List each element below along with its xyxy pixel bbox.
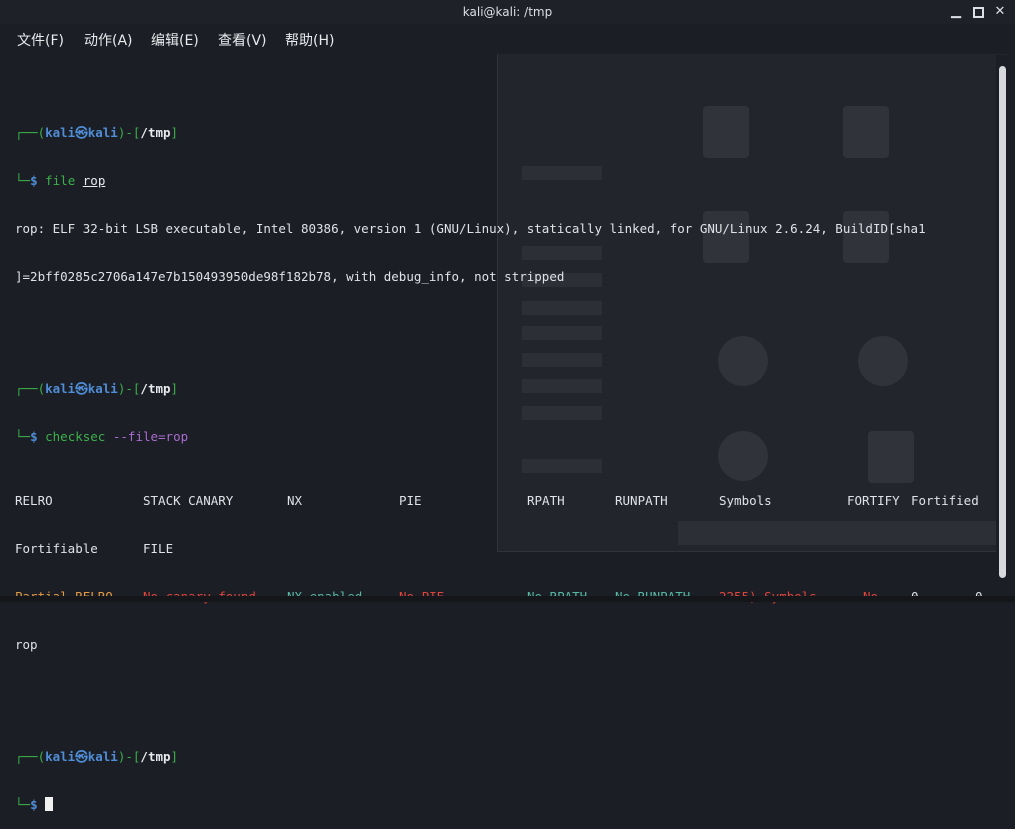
menu-edit[interactable]: 编辑(E) bbox=[151, 30, 199, 50]
command-arg: --file=rop bbox=[112, 429, 189, 444]
command-name: checksec bbox=[45, 429, 106, 444]
output-line: rop: ELF 32-bit LSB executable, Intel 80… bbox=[15, 221, 926, 236]
window-title: kali@kali: /tmp bbox=[462, 5, 553, 19]
scrollbar-thumb[interactable] bbox=[999, 66, 1006, 578]
minimize-button[interactable]: ▁ bbox=[946, 2, 966, 22]
command-arg: rop bbox=[82, 173, 106, 188]
maximize-button[interactable] bbox=[968, 2, 988, 22]
title-bar: kali@kali: /tmp ▁ ✕ bbox=[0, 0, 1015, 24]
checksec-header: Fortifiable FILE bbox=[15, 541, 174, 556]
menu-bar: 文件(F) 动作(A) 编辑(E) 查看(V) 帮助(H) bbox=[0, 24, 1015, 54]
prompt-line: ┌──(kali㉿kali)-[/tmp] bbox=[15, 749, 179, 764]
bottom-edge bbox=[0, 596, 1015, 602]
close-button[interactable]: ✕ bbox=[990, 2, 1010, 22]
command-line: └─$ bbox=[15, 797, 926, 813]
command-name: file bbox=[45, 173, 76, 188]
maximize-icon bbox=[972, 7, 984, 18]
checksec-header: RELRO STACK CANARY NX PIE RPATH RUNPATH … bbox=[15, 493, 979, 508]
menu-action[interactable]: 动作(A) bbox=[84, 30, 133, 50]
text-cursor bbox=[45, 797, 54, 811]
command-line: └─$ checksec --file=rop bbox=[15, 429, 189, 444]
close-icon: ✕ bbox=[994, 4, 1006, 19]
menu-view[interactable]: 查看(V) bbox=[218, 30, 267, 50]
minimize-icon: ▁ bbox=[951, 4, 961, 19]
prompt-line: ┌──(kali㉿kali)-[/tmp] bbox=[15, 381, 179, 396]
prompt-line: ┌──(kali㉿kali)-[/tmp] bbox=[15, 125, 179, 140]
menu-file[interactable]: 文件(F) bbox=[17, 30, 64, 50]
command-line: └─$ file rop bbox=[15, 173, 106, 188]
output-line: rop bbox=[15, 637, 38, 652]
menu-help[interactable]: 帮助(H) bbox=[285, 30, 334, 50]
terminal-output[interactable]: ┌──(kali㉿kali)-[/tmp] └─$ file rop rop: … bbox=[15, 77, 983, 829]
output-line: ]=2bff0285c2706a147e7b150493950de98f182b… bbox=[15, 269, 565, 284]
